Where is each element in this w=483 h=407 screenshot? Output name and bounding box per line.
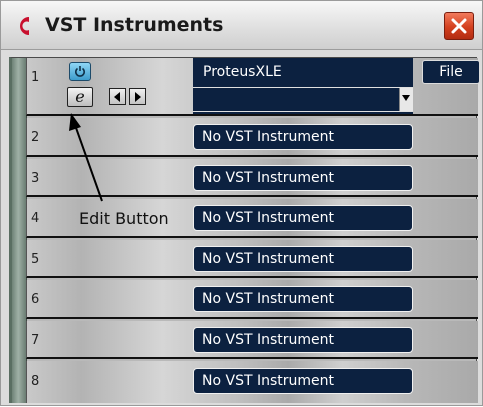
- instrument-selector[interactable]: No VST Instrument: [193, 205, 413, 231]
- slot-number: 2: [31, 130, 40, 145]
- dropdown-arrow-icon[interactable]: [399, 88, 413, 111]
- arrow-right-icon: [135, 92, 141, 102]
- instrument-slot-8: 8 No VST Instrument: [26, 361, 478, 403]
- program-dropdown[interactable]: [193, 87, 413, 112]
- slot-number: 8: [31, 374, 40, 389]
- slot-number: 4: [31, 211, 40, 226]
- previous-program-button[interactable]: [109, 88, 126, 105]
- instrument-rack: 1 e ProteusXLE File 2 No VST Instrument …: [9, 57, 480, 403]
- instrument-slot-6: 6 No VST Instrument: [26, 280, 478, 319]
- annotation-label: Edit Button: [79, 209, 169, 228]
- file-button[interactable]: File: [422, 60, 480, 84]
- instrument-selector[interactable]: No VST Instrument: [193, 327, 413, 353]
- cubase-logo-icon: [20, 17, 29, 35]
- instrument-slot-7: 7 No VST Instrument: [26, 321, 478, 359]
- close-button[interactable]: [444, 12, 474, 40]
- vst-instruments-window: VST Instruments 1 e ProteusXLE File 2 No…: [0, 0, 483, 406]
- instrument-slot-3: 3 No VST Instrument: [26, 159, 478, 197]
- slot-number: 3: [31, 171, 40, 186]
- next-program-button[interactable]: [129, 88, 146, 105]
- instrument-slot-1: 1 e ProteusXLE File: [26, 58, 480, 116]
- close-icon: [451, 18, 467, 34]
- slot-number: 6: [31, 292, 40, 307]
- instrument-slot-5: 5 No VST Instrument: [26, 240, 478, 278]
- window-title: VST Instruments: [45, 14, 224, 36]
- title-bar[interactable]: VST Instruments: [1, 1, 482, 50]
- instrument-name: ProteusXLE: [203, 64, 282, 80]
- instrument-selector[interactable]: No VST Instrument: [193, 286, 413, 312]
- power-icon: [75, 66, 85, 77]
- instrument-selector[interactable]: No VST Instrument: [193, 368, 413, 394]
- instrument-selector[interactable]: No VST Instrument: [193, 165, 413, 191]
- instrument-selector[interactable]: No VST Instrument: [193, 246, 413, 272]
- rack-rail: [12, 58, 27, 403]
- instrument-selector[interactable]: ProteusXLE: [193, 58, 413, 114]
- arrow-left-icon: [114, 92, 120, 102]
- slot-number: 1: [31, 70, 40, 85]
- instrument-slot-2: 2 No VST Instrument: [26, 118, 478, 157]
- power-button[interactable]: [69, 62, 91, 81]
- edit-button[interactable]: e: [67, 87, 93, 107]
- slot-number: 7: [31, 333, 40, 348]
- slot-number: 5: [31, 252, 40, 267]
- instrument-selector[interactable]: No VST Instrument: [193, 124, 413, 150]
